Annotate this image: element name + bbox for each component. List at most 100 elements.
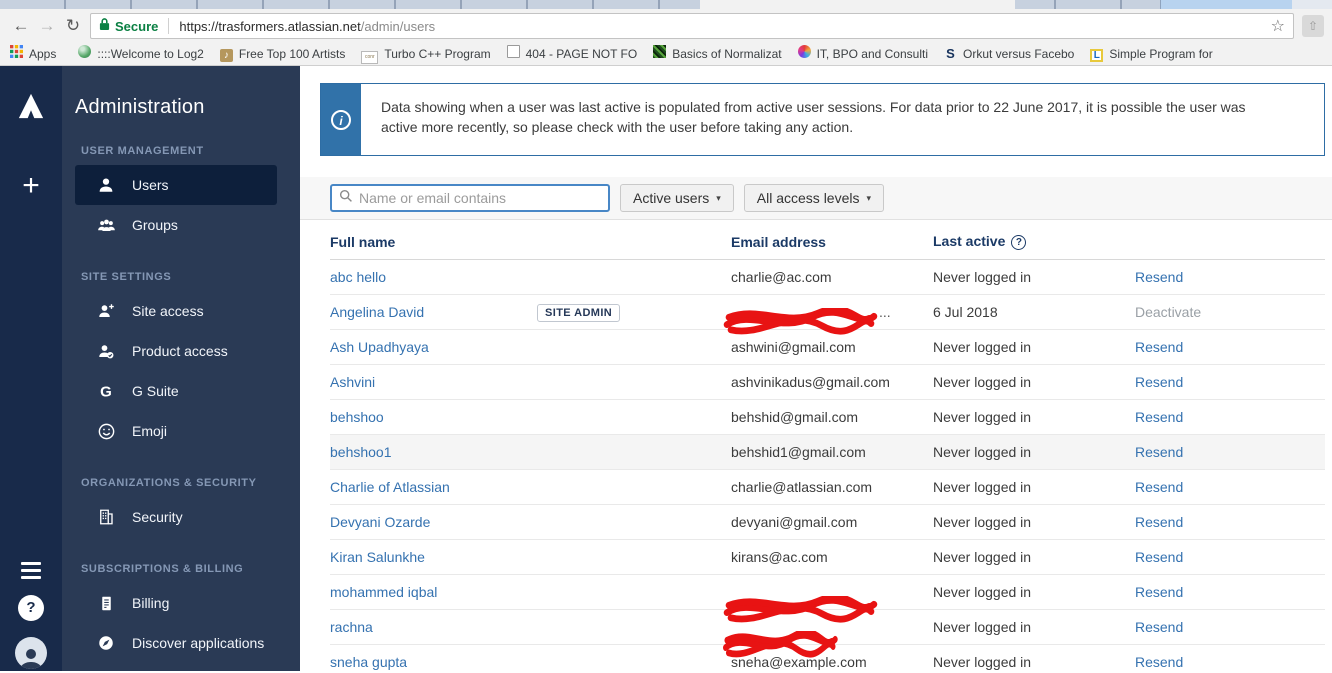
favicon-page xyxy=(506,45,520,63)
billing-icon xyxy=(96,595,116,612)
url-text: https://trasformers.atlassian.net/admin/… xyxy=(179,18,436,34)
user-name-link[interactable]: mohammed iqbal xyxy=(330,584,437,600)
bookmark-item[interactable]: ::::Welcome to Log2 xyxy=(78,45,204,63)
admin-sidebar: Administration USER MANAGEMENT Users Gro… xyxy=(62,66,300,671)
favicon-music: ♪ xyxy=(219,45,233,63)
email-cell: behshid@gmail.com xyxy=(731,409,859,425)
lock-icon xyxy=(99,17,110,36)
last-active-cell: Never logged in xyxy=(933,269,1032,285)
sidebar-item[interactable]: Billing xyxy=(75,583,277,623)
browser-toolbar: ← → ↻ Secure https://trasformers.atlassi… xyxy=(0,9,1332,43)
apps-shortcut[interactable]: Apps xyxy=(10,45,56,63)
create-plus-button[interactable]: + xyxy=(22,171,40,201)
user-name-link[interactable]: abc hello xyxy=(330,269,386,285)
bookmark-item[interactable]: ♪ Free Top 100 Artists xyxy=(219,45,345,63)
user-name-link[interactable]: Angelina David xyxy=(330,304,424,320)
sidebar-item[interactable]: G G Suite xyxy=(75,371,277,411)
search-box[interactable] xyxy=(330,184,610,212)
info-banner-text: Data showing when a user was last active… xyxy=(381,99,1246,135)
search-input[interactable] xyxy=(359,190,601,206)
sidebar-section: USER MANAGEMENT Users Groups xyxy=(75,145,300,245)
user-name-link[interactable]: behshoo xyxy=(330,409,384,425)
bookmark-item[interactable]: IT, BPO and Consulti xyxy=(797,45,928,63)
row-action-link[interactable]: Resend xyxy=(1135,409,1183,425)
bookmark-item[interactable]: L Simple Program for xyxy=(1090,45,1213,63)
sidebar-item[interactable]: Product access xyxy=(75,331,277,371)
user-name-link[interactable]: behshoo1 xyxy=(330,444,392,460)
section-heading: USER MANAGEMENT xyxy=(81,145,204,157)
info-banner: i Data showing when a user was last acti… xyxy=(320,83,1325,156)
divider xyxy=(168,18,170,34)
last-active-cell: Never logged in xyxy=(933,374,1032,390)
menu-icon[interactable] xyxy=(21,562,41,579)
sidebar-item[interactable]: Users xyxy=(75,165,277,205)
bookmark-item[interactable]: Basics of Normalizat xyxy=(653,45,782,63)
row-action-link[interactable]: Resend xyxy=(1135,584,1183,600)
sidebar-section: ORGANIZATIONS & SECURITY Security xyxy=(75,477,300,537)
highlighted-tab[interactable] xyxy=(1160,0,1292,9)
access-filter-dropdown[interactable]: All access levels ▾ xyxy=(743,184,885,212)
table-row: behshoo1 behshid1@gmail.com Never logged… xyxy=(330,435,1325,470)
search-icon xyxy=(339,189,353,208)
sidebar-item[interactable]: Site access xyxy=(75,291,277,331)
info-icon: i xyxy=(331,109,351,130)
apps-grid-icon xyxy=(10,45,23,63)
user-name-link[interactable]: Devyani Ozarde xyxy=(330,514,430,530)
row-action-link[interactable]: Resend xyxy=(1135,269,1183,285)
last-active-cell: Never logged in xyxy=(933,339,1032,355)
table-row: Devyani Ozarde devyani@gmail.com Never l… xyxy=(330,505,1325,540)
address-bar[interactable]: Secure https://trasformers.atlassian.net… xyxy=(90,13,1294,39)
email-cell: charlie@atlassian.com xyxy=(731,479,873,495)
email-cell: sneha@example.com xyxy=(731,654,867,670)
sidebar-item[interactable]: Emoji xyxy=(75,411,277,451)
emoji-icon xyxy=(96,422,116,441)
tab-strip[interactable] xyxy=(0,0,1332,9)
person-add-icon xyxy=(96,302,116,320)
forward-icon[interactable]: → xyxy=(34,16,60,36)
bookmark-star-icon[interactable]: ☆ xyxy=(1271,16,1285,36)
row-action-link[interactable]: Resend xyxy=(1135,444,1183,460)
user-name-link[interactable]: rachna xyxy=(330,619,373,635)
row-action-link[interactable]: Resend xyxy=(1135,549,1183,565)
group-icon xyxy=(96,216,116,235)
svg-text:G: G xyxy=(100,383,112,400)
sidebar-item[interactable]: Discover applications xyxy=(75,623,277,663)
sidebar-item[interactable]: Security xyxy=(75,497,277,537)
bookmark-item[interactable]: conr Turbo C++ Program xyxy=(361,45,491,64)
user-name-link[interactable]: Charlie of Atlassian xyxy=(330,479,450,495)
refresh-icon[interactable]: ↻ xyxy=(60,16,86,36)
bookmark-item[interactable]: S Orkut versus Facebo xyxy=(944,45,1074,63)
email-cell: kirans@ac.com xyxy=(731,549,828,565)
row-action-link[interactable]: Resend xyxy=(1135,339,1183,355)
table-row: abc hello charlie@ac.com Never logged in… xyxy=(330,260,1325,295)
help-circle-icon[interactable]: ? xyxy=(1011,235,1027,250)
avatar[interactable] xyxy=(15,637,47,669)
sidebar-item[interactable]: Groups xyxy=(75,205,277,245)
last-active-cell: Never logged in xyxy=(933,619,1032,635)
bookmark-item[interactable]: 404 - PAGE NOT FO xyxy=(506,45,637,63)
user-name-link[interactable]: Kiran Salunkhe xyxy=(330,549,425,565)
table-row: Angelina David SITE ADMIN ... 6 Jul 2018 xyxy=(330,295,1325,335)
favicon-pinwheel xyxy=(797,45,811,63)
user-name-link[interactable]: sneha gupta xyxy=(330,654,407,670)
active-tab[interactable] xyxy=(700,0,1015,9)
back-icon[interactable]: ← xyxy=(8,16,34,36)
favicon-conr: conr xyxy=(361,45,379,64)
row-action-link[interactable]: Resend xyxy=(1135,479,1183,495)
help-icon[interactable]: ? xyxy=(18,595,44,621)
last-active-cell: Never logged in xyxy=(933,409,1032,425)
row-action-link[interactable]: Resend xyxy=(1135,619,1183,635)
user-name-link[interactable]: Ash Upadhyaya xyxy=(330,339,429,355)
status-filter-dropdown[interactable]: Active users ▾ xyxy=(620,184,734,212)
table-header: Full name Email address Last active? xyxy=(330,220,1325,260)
extension-icon[interactable]: ⇧ xyxy=(1302,15,1324,37)
row-action-link[interactable]: Resend xyxy=(1135,514,1183,530)
tab-strip-end xyxy=(1292,0,1332,9)
page-title: Administration xyxy=(75,96,205,118)
row-action-link[interactable]: Resend xyxy=(1135,374,1183,390)
row-action-link[interactable]: Deactivate xyxy=(1135,304,1201,320)
row-action-link[interactable]: Resend xyxy=(1135,654,1183,670)
column-header-last-active: Last active? xyxy=(933,233,1135,250)
chevron-down-icon: ▾ xyxy=(716,192,721,203)
user-name-link[interactable]: Ashvini xyxy=(330,374,375,390)
